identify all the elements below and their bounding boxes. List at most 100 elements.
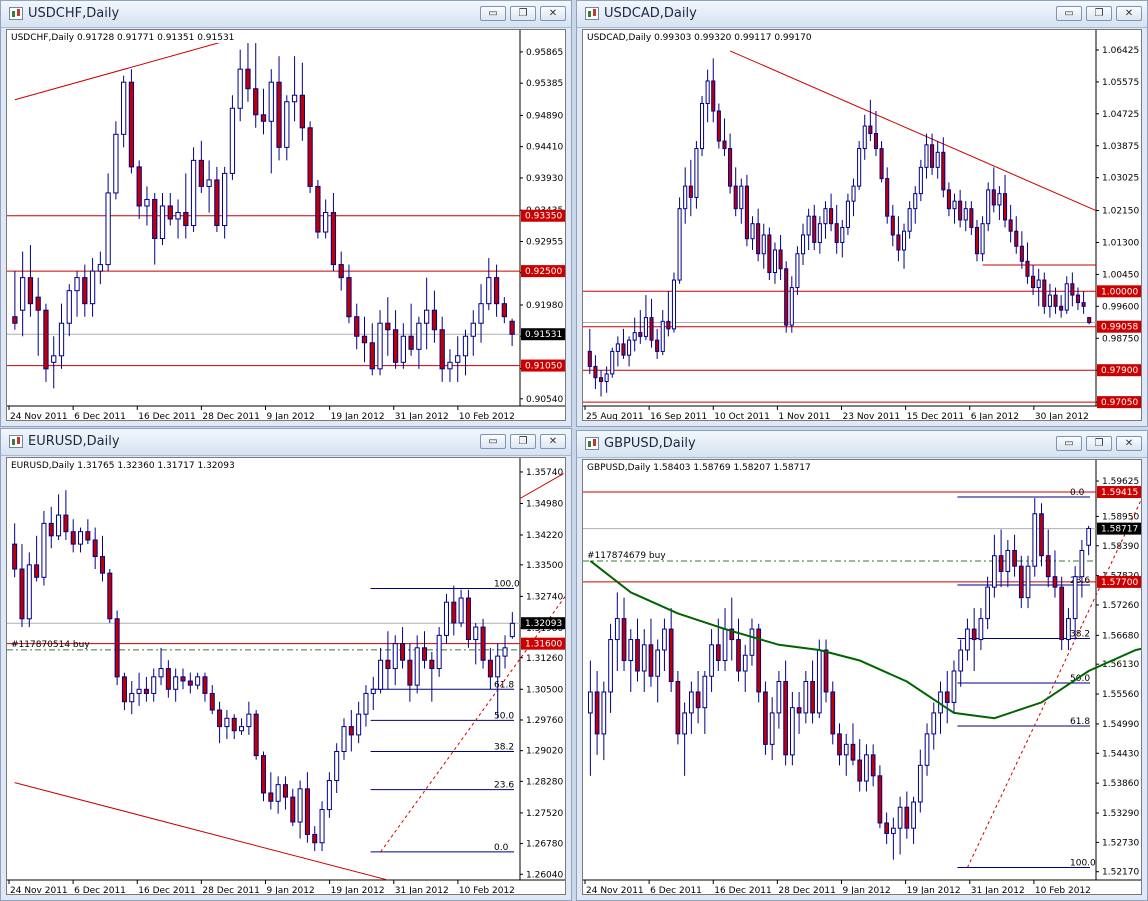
candle [1047,283,1052,318]
bull-candle-body [662,628,667,651]
window-titlebar[interactable]: EURUSD,Daily ▭ ❐ ✕ [1,429,571,456]
candle [290,788,296,827]
bear-candle-body [304,788,310,835]
fibonacci-level-label: 100.0 [494,580,520,590]
bull-candle-body [206,179,212,187]
bull-candle-body [436,634,442,670]
bull-candle-body [462,335,469,357]
candle [307,121,313,193]
window-titlebar[interactable]: USDCHF,Daily ▭ ❐ ✕ [1,1,571,28]
candle [407,643,413,702]
candle [628,629,634,692]
candle [850,723,856,766]
minimize-button[interactable]: ▭ [480,6,506,21]
minimize-button[interactable]: ▭ [1056,436,1082,451]
candle [736,618,741,682]
chart-plot-area[interactable]: 0.958650.953850.948900.944100.939300.934… [6,29,566,421]
bear-candle-body [35,296,41,311]
bull-candle-body [121,81,127,135]
bull-candle-body [416,322,422,350]
bear-candle-body [282,784,288,798]
date-tick-label: 28 Dec 2011 [202,412,260,421]
candle [958,189,963,228]
candle [789,276,794,333]
candle [377,310,383,376]
candle [20,251,26,337]
candle [152,192,158,265]
candle [74,271,80,317]
restore-button[interactable]: ❐ [1086,6,1112,21]
candle [958,639,964,687]
candle [917,749,923,813]
candle [229,95,236,180]
bear-candle-body [315,185,321,233]
date-tick-label: 10 Oct 2011 [714,412,770,421]
price-level-tag-label: 0.91050 [525,362,562,372]
chart-window-gbpusd[interactable]: GBPUSD,Daily ▭ ❐ ✕ 1.59625 1.58950 1.58390… [576,430,1148,901]
bull-candle-body [414,647,420,686]
bull-candle-body [97,264,103,272]
candle [941,137,946,198]
candle [935,141,940,179]
chart-plot-area[interactable]: 1.596251.589501.583901.578201.572601.566… [582,459,1142,895]
window-titlebar[interactable]: USDCAD,Daily ▭ ❐ ✕ [577,1,1147,28]
candlestick-chart[interactable]: 1.596251.589501.583901.578201.572601.566… [583,460,1142,895]
bull-candle-body [627,339,632,356]
candle [911,796,916,844]
close-button[interactable]: ✕ [1116,6,1142,21]
window-titlebar[interactable]: GBPUSD,Daily ▭ ❐ ✕ [577,431,1147,458]
bull-candle-body [151,676,157,694]
chart-plot-area[interactable]: 1.06425 1.05575 1.04725 1.03875 1.03025 1.021… [582,29,1142,421]
minimize-button[interactable]: ▭ [1056,6,1082,21]
chart-window-usdcad[interactable]: USDCAD,Daily ▭ ❐ ✕ 1.06425 1.05575 1.04725… [576,0,1148,427]
chart-window-icon [9,7,23,20]
candle [27,245,34,317]
candle [840,219,845,258]
candle [1025,242,1030,284]
chart-window-eurusd[interactable]: EURUSD,Daily ▭ ❐ ✕ 1.35740 1.34980 1.34220… [0,428,572,901]
candle [180,668,186,690]
candle [784,261,789,333]
trade-annotation-label: #117870514 buy [11,640,90,650]
close-button[interactable]: ✕ [540,6,566,21]
candle [12,523,18,578]
candle [918,159,923,202]
date-tick-label: 31 Jan 2012 [395,886,449,895]
candle [843,733,849,776]
candle [733,167,738,217]
candle [772,242,778,284]
candle [778,234,783,281]
bear-candle-body [958,200,963,221]
date-tick-label: 24 Nov 2011 [10,412,68,421]
candle [493,264,500,317]
candle [121,75,127,148]
minimize-button[interactable]: ▭ [480,434,506,449]
bull-candle-body [772,249,778,274]
candle [662,618,667,671]
chart-window-usdchf[interactable]: USDCHF,Daily ▭ ❐ ✕ 0.95865 0.95385 0.94890… [0,0,572,427]
restore-button[interactable]: ❐ [510,434,536,449]
price-level-tag-label: 1.57700 [1101,578,1138,588]
candle [66,284,72,337]
restore-button[interactable]: ❐ [1086,436,1112,451]
candle [400,627,406,669]
candlestick-chart[interactable]: 1.357401.349801.342201.335001.327401.319… [7,458,566,895]
restore-button[interactable]: ❐ [510,6,536,21]
candle [129,680,135,715]
close-button[interactable]: ✕ [540,434,566,449]
candlestick-chart[interactable]: 1.06425 1.05575 1.04725 1.03875 1.03025 1.021… [583,30,1142,421]
candle [214,166,220,233]
candle [462,329,469,376]
candle [621,328,626,359]
bear-candle-body [260,114,267,122]
close-button[interactable]: ✕ [1116,436,1142,451]
candle [392,635,398,686]
candlestick-chart[interactable]: 0.958650.953850.948900.944100.939300.934… [7,30,566,421]
candle [190,147,197,233]
chart-plot-area[interactable]: 1.357401.349801.342201.335001.327401.319… [6,457,566,895]
candle [643,295,648,341]
candle [48,506,54,549]
candle [1042,272,1047,314]
bull-candle-body [800,234,806,255]
candle [702,671,708,734]
